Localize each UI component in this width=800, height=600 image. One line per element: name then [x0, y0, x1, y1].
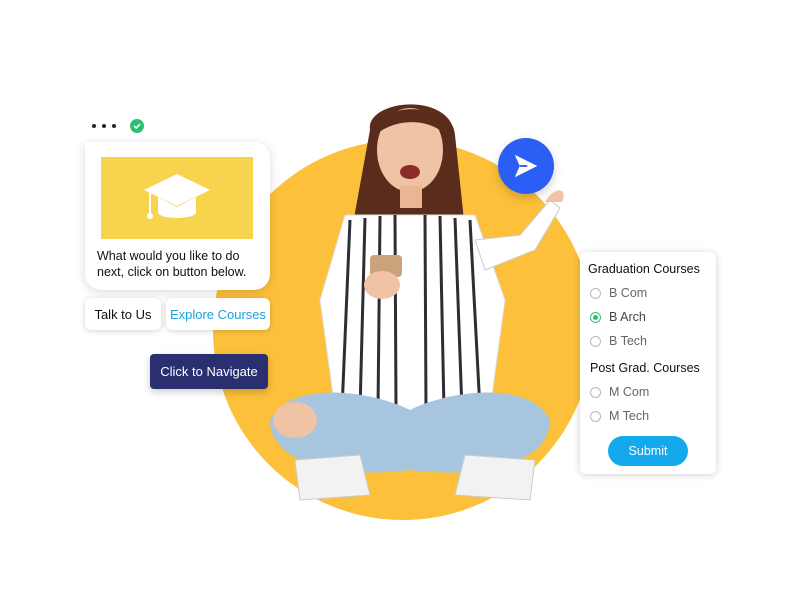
radio-button[interactable] [590, 410, 601, 422]
talk-to-us-button[interactable]: Talk to Us [85, 298, 161, 330]
radio-button-selected[interactable] [590, 311, 601, 323]
radio-option-m-tech[interactable]: M Tech [590, 409, 649, 423]
option-label: B Com [609, 286, 648, 300]
typing-dot [102, 124, 106, 128]
verified-check-icon [130, 119, 144, 133]
course-banner [101, 157, 253, 239]
post-grad-courses-title: Post Grad. Courses [590, 361, 700, 375]
send-paper-plane-icon [514, 154, 538, 178]
typing-dot [112, 124, 116, 128]
option-label: B Tech [609, 334, 647, 348]
option-label: M Tech [609, 409, 650, 423]
typing-dot [92, 124, 96, 128]
radio-button[interactable] [590, 335, 601, 347]
course-form-card: Graduation Courses B Com B Arch B Tech P… [580, 252, 716, 474]
radio-option-b-com[interactable]: B Com [590, 286, 647, 300]
graduation-cap-icon [144, 174, 210, 219]
explore-courses-button[interactable]: Explore Courses [166, 298, 270, 330]
option-label: B Arch [609, 310, 646, 324]
radio-option-b-arch[interactable]: B Arch [590, 310, 646, 324]
submit-button[interactable]: Submit [608, 436, 688, 466]
click-to-navigate-button[interactable]: Click to Navigate [150, 354, 268, 389]
chat-message-card: What would you like to do next, click on… [85, 142, 270, 290]
radio-option-b-tech[interactable]: B Tech [590, 334, 647, 348]
typing-indicator [92, 118, 144, 134]
radio-button[interactable] [590, 287, 601, 299]
option-label: M Com [609, 385, 650, 399]
chat-message-text: What would you like to do next, click on… [97, 249, 247, 279]
radio-button[interactable] [590, 386, 601, 398]
graduation-courses-title: Graduation Courses [588, 262, 700, 276]
send-button[interactable] [498, 138, 554, 194]
radio-option-m-com[interactable]: M Com [590, 385, 649, 399]
